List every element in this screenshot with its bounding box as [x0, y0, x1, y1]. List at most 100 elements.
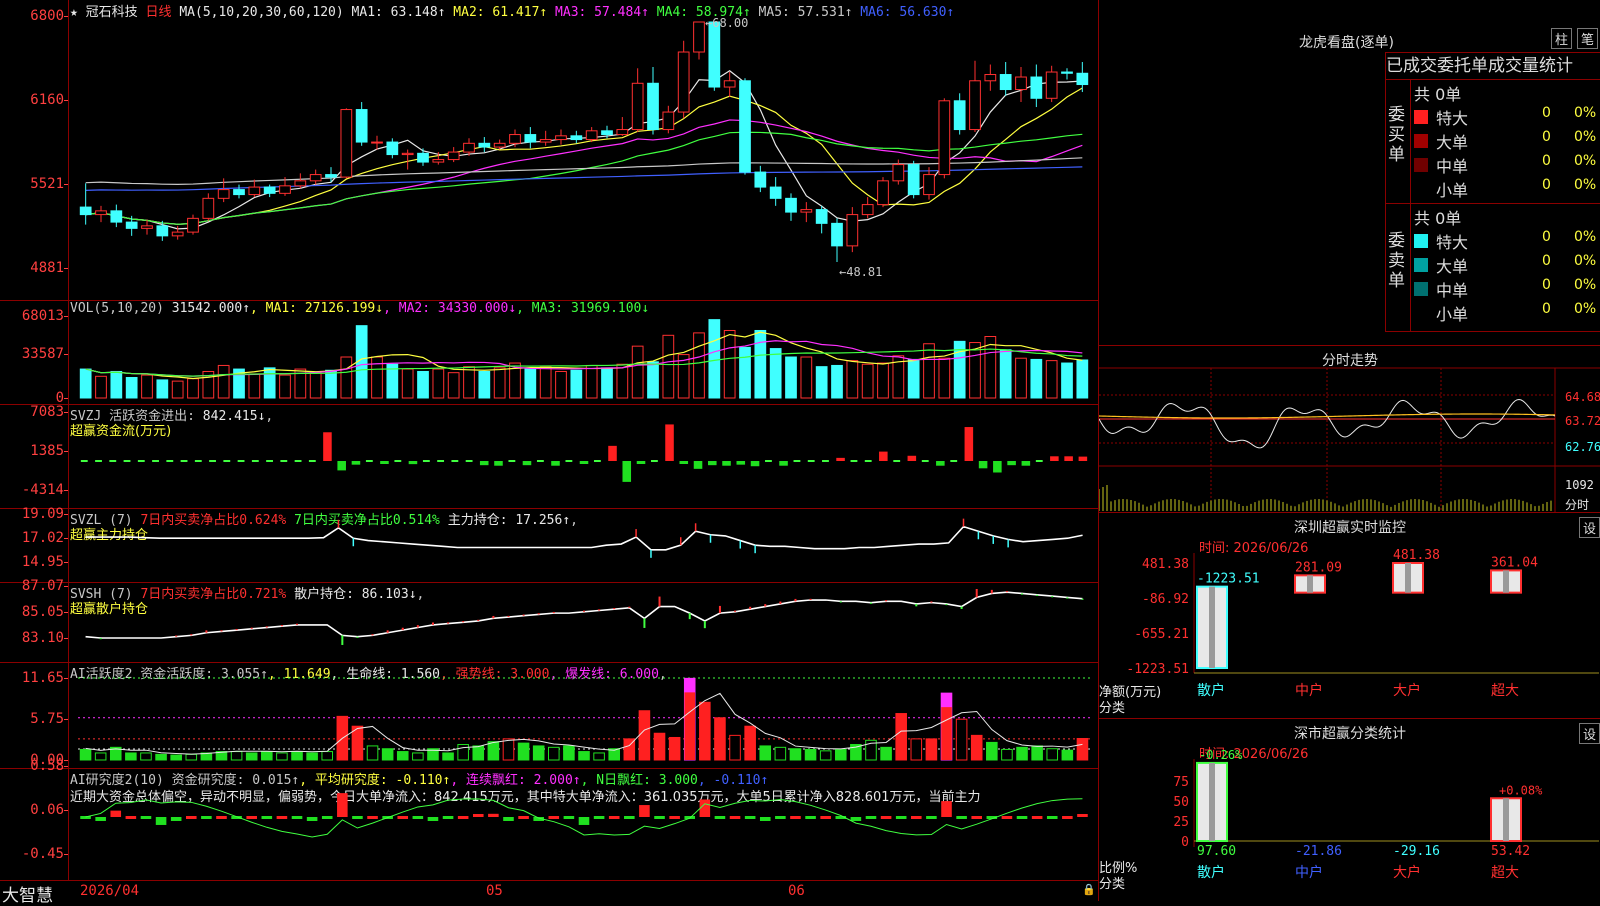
ai-research-panel[interactable]: 0.58 0.06 -0.45 AI研究度2(10) 资金研究度: 0.015↑, …	[0, 758, 1098, 880]
axis-tick-label: -86.92	[1142, 592, 1189, 607]
volume-panel[interactable]: 68013 33587 0 VOL(5,10,20) 31542.000↑, MA1…	[0, 300, 1098, 406]
flow-bar	[380, 461, 389, 464]
research-dash	[654, 816, 665, 819]
research-bar	[941, 801, 952, 817]
volume-bar	[401, 368, 414, 399]
research-dash	[352, 816, 363, 819]
flow-dash	[565, 460, 573, 462]
flow-bar	[551, 461, 560, 466]
volume-bar	[524, 368, 537, 399]
svzl-panel[interactable]: 19.09 17.02 14.95 SVZL (7) 7日内买卖净占比0.624% …	[0, 506, 1098, 583]
activity-bar	[1016, 746, 1028, 761]
activity-bar	[970, 734, 983, 761]
volume-bar	[693, 332, 705, 399]
volume-bar	[279, 374, 291, 399]
activity-bar	[291, 751, 303, 761]
activity-bar	[1001, 748, 1013, 761]
svzj-panel[interactable]: 7083 1385 -4314 SVZJ 活跃资金进出: 842.415↓, 超赢资…	[0, 404, 1098, 509]
volume-bar	[447, 372, 460, 399]
flow-dash	[893, 460, 901, 462]
brand-label: 大智慧	[2, 886, 53, 906]
rank-row-percent: 0%	[1574, 277, 1597, 293]
flow-dash	[166, 460, 174, 462]
tick-mode-button[interactable]: 笔	[1577, 28, 1599, 49]
candle	[708, 21, 721, 88]
flow-bar	[722, 461, 731, 466]
candle	[1045, 71, 1058, 99]
research-dash	[1031, 816, 1043, 819]
flow-bar	[579, 461, 589, 464]
candle	[309, 174, 322, 182]
flow-bar	[693, 461, 703, 469]
intraday-chart	[1099, 367, 1600, 513]
flow-bar	[636, 461, 646, 464]
candle	[693, 21, 705, 53]
monitor-value-label: 481.38	[1393, 548, 1440, 563]
volume-bar	[601, 367, 613, 399]
rank-row: 大单 0 0%	[1410, 253, 1600, 277]
date-tick: 06	[788, 883, 805, 899]
research-dash	[201, 816, 212, 819]
classify-value-label: 97.60	[1197, 844, 1236, 859]
volume-chart	[79, 319, 1089, 399]
volume-bar	[785, 356, 797, 399]
research-bar	[1077, 814, 1088, 817]
flow-dash	[365, 460, 373, 462]
rank-row: 大单 0 0%	[1410, 129, 1600, 153]
volume-bar	[831, 364, 843, 399]
candle	[754, 171, 767, 188]
svsh-panel[interactable]: 87.07 85.05 83.10 SVSH (7) 7日内买卖净占比0.721% …	[0, 578, 1098, 663]
flow-dash	[266, 460, 273, 462]
flow-dash	[152, 460, 159, 462]
candle	[892, 164, 905, 182]
lock-icon[interactable]: 🔒	[1082, 883, 1096, 896]
classify-bar-shade	[1503, 798, 1509, 841]
ai-activity-panel[interactable]: 11.65 5.75 0.00 AI活跃度2 资金活跃度: 3.055↑, 11.6…	[0, 662, 1098, 769]
flow-dash	[209, 460, 216, 462]
research-dash	[276, 816, 288, 819]
candle	[263, 186, 276, 194]
activity-bar	[910, 738, 923, 761]
activity-bar	[487, 741, 500, 761]
candle	[877, 180, 889, 206]
kline-panel[interactable]: 6800 6160 5521 4881 ★ 冠石科技 日线 MA(5,10,20,30…	[0, 0, 1098, 301]
activity-bar	[986, 741, 998, 761]
volume-bar	[999, 349, 1012, 399]
activity-bar	[276, 752, 288, 761]
research-dash	[563, 816, 575, 819]
activity-bar	[230, 751, 243, 761]
research-dash	[805, 816, 816, 819]
research-dash	[367, 816, 378, 819]
bar-mode-button[interactable]: 柱	[1551, 28, 1573, 49]
flow-bar	[964, 427, 974, 461]
ma-line	[85, 87, 1083, 225]
research-bar	[95, 817, 106, 821]
flow-bar	[1050, 456, 1059, 461]
candle	[463, 142, 475, 153]
research-dash	[790, 816, 801, 819]
intraday-panel[interactable]: 分时走势 64.68 63.72 62.76 1092 分时	[1098, 345, 1600, 513]
flow-dash	[650, 460, 658, 462]
volume-bar	[723, 329, 736, 399]
flow-bar	[408, 461, 418, 465]
sell-side-label: 委卖单	[1388, 231, 1405, 291]
candle	[509, 134, 521, 144]
flow-bar	[1007, 461, 1016, 466]
intraday-vol-top: 1092	[1565, 478, 1594, 492]
flow-dash	[223, 460, 231, 462]
candle	[999, 74, 1012, 91]
flow-dash	[394, 460, 402, 462]
rank-row-value: 0	[1542, 153, 1551, 169]
rank-row-label: 小单	[1436, 305, 1469, 324]
candle	[79, 206, 92, 216]
flow-dash	[308, 460, 316, 462]
activity-bar	[321, 751, 334, 761]
monitor-bar-shade	[1503, 570, 1509, 593]
buy-side-label: 委买单	[1388, 105, 1405, 165]
candle	[233, 189, 245, 196]
candle	[417, 152, 429, 163]
flow-dash	[1035, 460, 1043, 462]
volume-bar	[846, 360, 859, 399]
monitor-value-label: 281.09	[1295, 560, 1342, 575]
rank-row-label: 中单	[1436, 157, 1469, 176]
